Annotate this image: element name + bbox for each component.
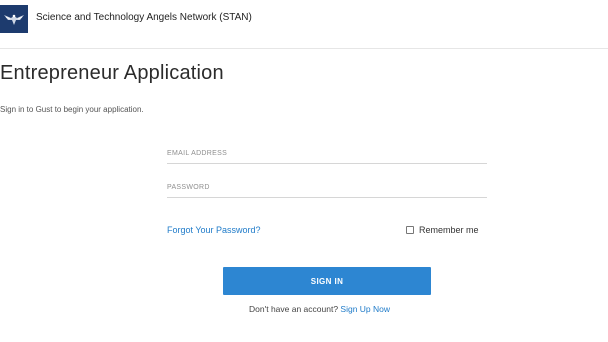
sign-in-button[interactable]: SIGN IN (223, 267, 431, 295)
page-title: Entrepreneur Application (0, 62, 224, 84)
remember-me-control[interactable]: Remember me (406, 224, 479, 236)
remember-me-checkbox[interactable] (406, 226, 414, 234)
top-bar: Science and Technology Angels Network (S… (0, 0, 608, 49)
remember-me-label: Remember me (419, 225, 479, 235)
stan-eagle-logo-icon[interactable] (0, 5, 28, 33)
password-field[interactable] (167, 177, 487, 198)
sign-up-link[interactable]: Sign Up Now (340, 304, 390, 314)
signup-prompt: Don't have an account? (249, 304, 339, 314)
page-subtitle: Sign in to Gust to begin your applicatio… (0, 105, 144, 114)
login-page: Science and Technology Angels Network (S… (0, 0, 608, 342)
org-name: Science and Technology Angels Network (S… (36, 12, 252, 23)
email-field[interactable] (167, 143, 487, 164)
signup-row: Don't have an account? Sign Up Now (249, 304, 390, 314)
forgot-password-link[interactable]: Forgot Your Password? (167, 225, 261, 235)
